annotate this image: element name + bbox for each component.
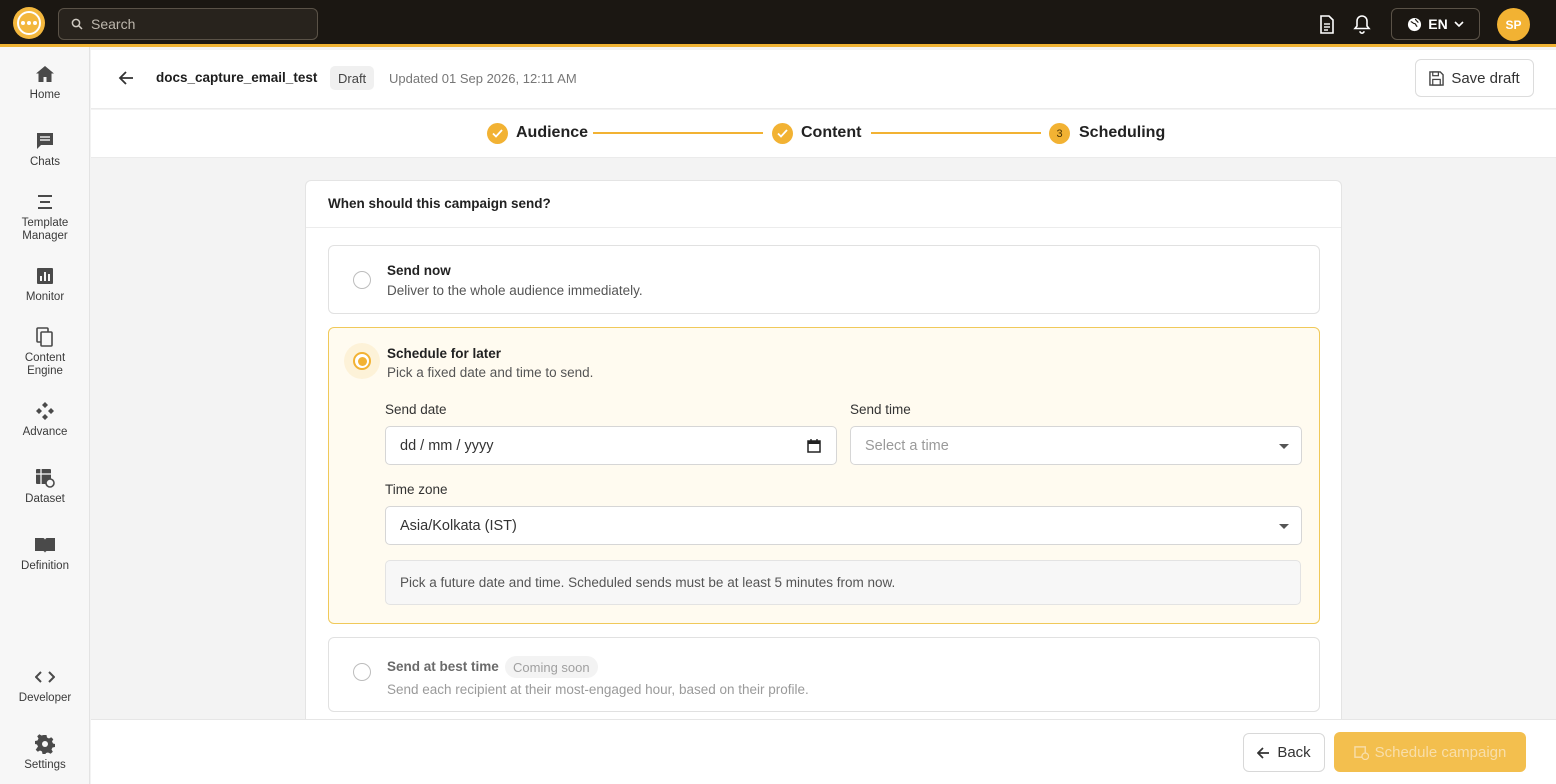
option-description: Pick a fixed date and time to send. [387, 365, 594, 380]
back-arrow-icon[interactable] [117, 68, 137, 93]
option-title: Send at best time [387, 659, 499, 674]
status-badge: Draft [330, 66, 375, 90]
save-draft-button[interactable]: Save draft [1415, 59, 1534, 97]
logo-mark [17, 11, 41, 35]
best-time-radio [353, 663, 371, 681]
card-title: When should this campaign send? [328, 196, 551, 211]
sidebar-item-label: Template Manager [21, 217, 69, 242]
sidebar-item-label: Content Engine [24, 352, 66, 377]
send-date-value: dd / mm / yyyy [400, 437, 494, 454]
content-engine-icon [34, 326, 56, 348]
option-description: Send each recipient at their most-engage… [387, 682, 809, 697]
step-number: 3 [1049, 123, 1070, 144]
schedule-campaign-button[interactable]: Schedule campaign [1334, 732, 1526, 772]
progress-stepper: Audience Content 3 Scheduling [91, 110, 1556, 158]
timezone-select[interactable]: Asia/Kolkata (IST) [385, 506, 1302, 545]
sidebar-item-label: Monitor [25, 291, 65, 303]
sidebar-item-template-manager[interactable]: Template Manager [0, 191, 90, 243]
send-now-radio[interactable] [353, 271, 371, 289]
sidebar-item-content-engine[interactable]: Content Engine [0, 326, 90, 378]
globe-icon [1408, 17, 1422, 31]
arrow-left-icon [1257, 746, 1270, 759]
option-title: Schedule for later [387, 346, 502, 361]
step-scheduling[interactable]: Scheduling [1079, 124, 1165, 142]
sidebar-item-label: Chats [29, 156, 61, 168]
advance-icon [34, 400, 56, 422]
sidebar-item-developer[interactable]: Developer [0, 666, 90, 705]
sidebar: Home Chats Template Manager Monitor Cont… [0, 47, 90, 784]
updated-timestamp: Updated 01 Sep 2026, 12:11 AM [389, 71, 577, 86]
language-selector[interactable]: EN [1391, 8, 1480, 40]
timezone-label: Time zone [385, 482, 448, 497]
home-icon [34, 63, 56, 85]
option-best-time: Send at best time Coming soon Send each … [328, 637, 1320, 712]
save-icon [1429, 70, 1445, 86]
sidebar-item-chats[interactable]: Chats [0, 130, 90, 169]
sidebar-item-settings[interactable]: Settings [0, 733, 90, 772]
schedule-later-radio[interactable] [353, 352, 371, 370]
send-date-field[interactable]: dd / mm / yyyy [385, 426, 837, 465]
definition-icon [34, 534, 56, 556]
back-label: Back [1277, 744, 1311, 761]
chat-icon [34, 130, 56, 152]
send-time-label: Send time [850, 402, 911, 417]
schedule-hint: Pick a future date and time. Scheduled s… [385, 560, 1301, 605]
search-icon [71, 18, 83, 30]
sidebar-item-advance[interactable]: Advance [0, 400, 90, 439]
chevron-down-icon [1454, 21, 1464, 27]
dataset-icon [34, 467, 56, 489]
back-button[interactable]: Back [1243, 733, 1325, 772]
sidebar-item-label: Home [29, 89, 61, 101]
campaign-name: docs_capture_email_test [156, 70, 318, 85]
top-bar: EN SP [0, 0, 1556, 47]
language-label: EN [1428, 16, 1448, 32]
scheduling-card: When should this campaign send? Send now… [305, 180, 1342, 740]
sidebar-item-label: Developer [18, 692, 72, 704]
calendar-icon [807, 439, 821, 453]
sidebar-item-monitor[interactable]: Monitor [0, 265, 90, 304]
option-send-now[interactable]: Send now Deliver to the whole audience i… [328, 245, 1320, 314]
sidebar-item-label: Definition [21, 560, 69, 572]
step-connector [593, 132, 763, 134]
step-audience[interactable]: Audience [516, 124, 588, 142]
sidebar-item-label: Settings [24, 759, 66, 771]
app-logo[interactable] [13, 7, 45, 39]
bell-icon[interactable] [1351, 13, 1373, 35]
divider [306, 227, 1341, 228]
sidebar-item-label: Advance [22, 426, 68, 438]
check-icon [772, 123, 793, 144]
step-content[interactable]: Content [801, 124, 861, 142]
search-box[interactable] [58, 8, 318, 40]
check-icon [487, 123, 508, 144]
avatar[interactable]: SP [1497, 8, 1530, 41]
option-title: Send now [387, 263, 451, 278]
option-description: Deliver to the whole audience immediatel… [387, 283, 643, 298]
dropdown-caret-icon [1279, 524, 1289, 529]
option-schedule-later[interactable]: Schedule for later Pick a fixed date and… [328, 327, 1320, 624]
dropdown-caret-icon [1279, 444, 1289, 449]
sidebar-item-home[interactable]: Home [0, 63, 90, 102]
document-icon[interactable] [1316, 13, 1338, 35]
monitor-icon [34, 265, 56, 287]
timezone-value: Asia/Kolkata (IST) [400, 517, 517, 534]
step-connector [871, 132, 1041, 134]
template-icon [34, 191, 56, 213]
gear-icon [34, 733, 56, 755]
sidebar-item-dataset[interactable]: Dataset [0, 467, 90, 506]
send-time-placeholder: Select a time [865, 437, 949, 454]
save-draft-label: Save draft [1451, 69, 1520, 87]
campaign-header: docs_capture_email_test Draft Updated 01… [91, 50, 1556, 109]
coming-soon-badge: Coming soon [505, 656, 598, 678]
send-date-label: Send date [385, 402, 447, 417]
search-input[interactable] [91, 16, 291, 32]
calendar-clock-icon [1353, 745, 1369, 760]
footer-actions: Back Schedule campaign [91, 719, 1556, 784]
sidebar-item-label: Dataset [25, 493, 65, 505]
code-icon [34, 666, 56, 688]
schedule-campaign-label: Schedule campaign [1374, 743, 1507, 761]
send-time-select[interactable]: Select a time [850, 426, 1302, 465]
sidebar-item-definition[interactable]: Definition [0, 534, 90, 573]
